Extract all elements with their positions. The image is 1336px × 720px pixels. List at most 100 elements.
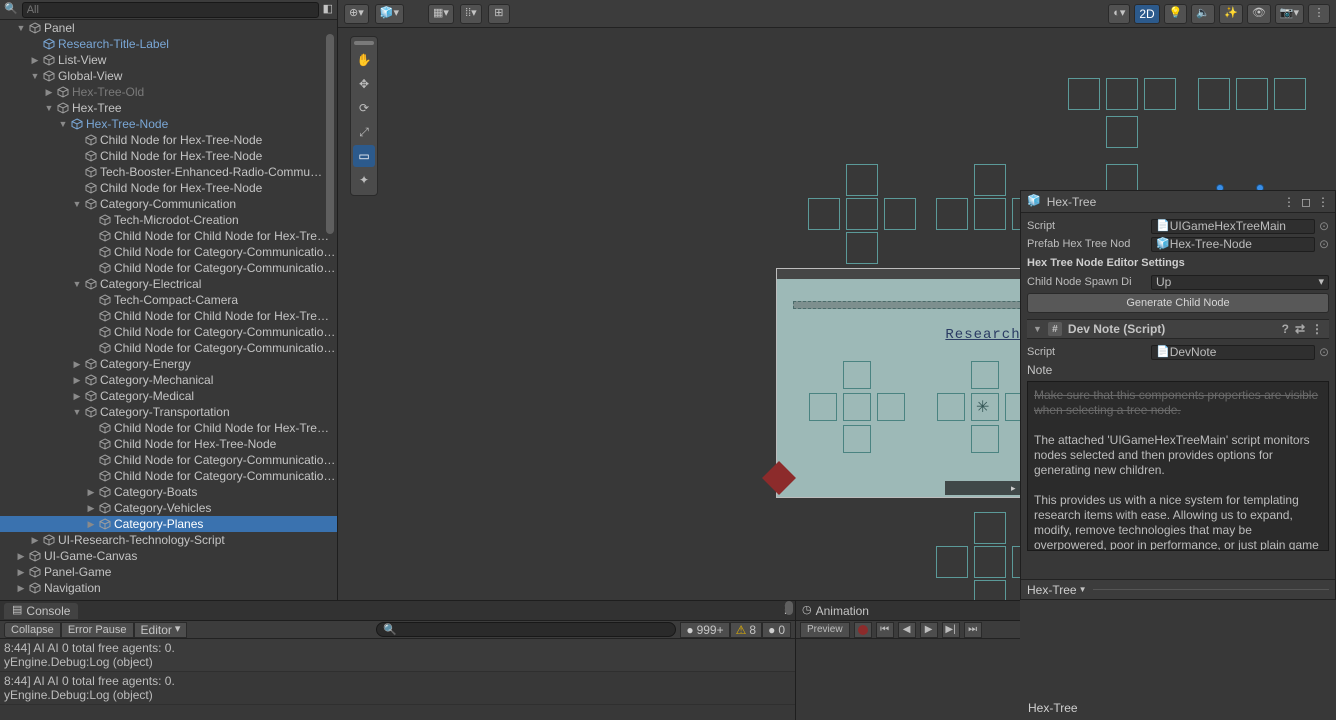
- object-picker-icon[interactable]: ⊙: [1319, 345, 1329, 359]
- hierarchy-row[interactable]: Child Node for Child Node for Hex-Tre…: [0, 308, 337, 324]
- expand-arrow-icon[interactable]: [70, 359, 84, 370]
- expand-arrow-icon[interactable]: [42, 103, 56, 113]
- inspector-close-icon[interactable]: ⋮: [1317, 195, 1329, 209]
- console-search-input[interactable]: [376, 622, 676, 637]
- hand-tool[interactable]: ✋: [353, 49, 375, 71]
- foldout-arrow-icon[interactable]: ▼: [1033, 324, 1042, 334]
- inspector-maximize-icon[interactable]: ◻: [1301, 195, 1311, 209]
- hierarchy-row[interactable]: Category-Planes: [0, 516, 337, 532]
- next-frame-button[interactable]: ▶|: [942, 622, 960, 638]
- hierarchy-row[interactable]: Child Node for Child Node for Hex-Tre…: [0, 228, 337, 244]
- hierarchy-row[interactable]: Category-Vehicles: [0, 500, 337, 516]
- script-field[interactable]: 📄 UIGameHexTreeMain: [1151, 219, 1315, 234]
- console-scrollbar[interactable]: [785, 601, 793, 677]
- hierarchy-row[interactable]: Child Node for Category-Communicatio…: [0, 340, 337, 356]
- hierarchy-row[interactable]: Child Node for Category-Communicatio…: [0, 324, 337, 340]
- 2d-toggle[interactable]: 2D: [1134, 4, 1159, 24]
- console-tab[interactable]: ▤ Console: [4, 603, 78, 619]
- hex-node[interactable]: [974, 512, 1006, 544]
- hierarchy-row[interactable]: List-View: [0, 52, 337, 68]
- hierarchy-row[interactable]: Tech-Booster-Enhanced-Radio-Commu…: [0, 164, 337, 180]
- spawn-dropdown[interactable]: Up ▾: [1151, 275, 1329, 290]
- hex-node[interactable]: [936, 546, 968, 578]
- inspector-menu-dots-icon[interactable]: ⋮: [1283, 195, 1295, 209]
- hex-node[interactable]: [974, 198, 1006, 230]
- preset-icon[interactable]: ⇄: [1295, 322, 1305, 336]
- hex-node[interactable]: [1198, 78, 1230, 110]
- hierarchy-list[interactable]: PanelResearch-Title-Label›List-ViewGloba…: [0, 20, 337, 600]
- hex-node[interactable]: [884, 198, 916, 230]
- expand-arrow-icon[interactable]: [14, 551, 28, 562]
- expand-arrow-icon[interactable]: [14, 567, 28, 578]
- prefab-field[interactable]: 🧊 Hex-Tree-Node: [1151, 237, 1315, 252]
- pivot-toggle[interactable]: ⊕▾: [344, 4, 369, 24]
- expand-arrow-icon[interactable]: [84, 487, 98, 498]
- expand-arrow-icon[interactable]: [28, 55, 42, 66]
- gizmos-toggle[interactable]: ⋮: [1308, 4, 1330, 24]
- hierarchy-row[interactable]: Child Node for Hex-Tree-Node: [0, 148, 337, 164]
- object-picker-icon[interactable]: ⊙: [1319, 219, 1329, 233]
- draw-mode-toggle[interactable]: ◐▾: [1108, 4, 1130, 24]
- editor-dropdown[interactable]: Editor ▾: [134, 622, 188, 638]
- transform-tool[interactable]: ✦: [353, 169, 375, 191]
- hierarchy-row[interactable]: Category-Boats: [0, 484, 337, 500]
- hierarchy-row[interactable]: Category-Communication: [0, 196, 337, 212]
- hierarchy-row[interactable]: Panel-Game: [0, 564, 337, 580]
- hex-node[interactable]: [974, 546, 1006, 578]
- hex-node[interactable]: [1068, 78, 1100, 110]
- hierarchy-row[interactable]: Child Node for Child Node for Hex-Tre…: [0, 420, 337, 436]
- expand-arrow-icon[interactable]: [28, 535, 42, 546]
- hierarchy-row[interactable]: Global-View: [0, 68, 337, 84]
- search-type-icon[interactable]: ◧: [323, 4, 333, 15]
- component-menu-icon[interactable]: ⋮: [1311, 322, 1323, 336]
- note-textarea[interactable]: Make sure that this components propertie…: [1027, 381, 1329, 551]
- hierarchy-row[interactable]: Child Node for Hex-Tree-Node: [0, 132, 337, 148]
- hierarchy-row[interactable]: Child Node for Hex-Tree-Node: [0, 180, 337, 196]
- help-icon[interactable]: ?: [1282, 322, 1289, 336]
- grid-toggle[interactable]: ▦▾: [428, 4, 454, 24]
- play-button[interactable]: ▶: [920, 622, 938, 638]
- preview-button[interactable]: Preview: [800, 622, 850, 638]
- collapse-button[interactable]: Collapse: [4, 622, 61, 638]
- hierarchy-row[interactable]: UI-Game-Canvas: [0, 548, 337, 564]
- camera-toggle[interactable]: 📷▾: [1275, 4, 1304, 24]
- expand-arrow-icon[interactable]: [70, 375, 84, 386]
- last-frame-button[interactable]: ⏭: [964, 622, 982, 638]
- expand-arrow-icon[interactable]: [14, 23, 28, 33]
- hex-node[interactable]: [1106, 78, 1138, 110]
- first-frame-button[interactable]: ⏮: [876, 622, 894, 638]
- info-count[interactable]: 999+: [680, 622, 729, 638]
- fx-toggle[interactable]: ✨: [1219, 4, 1243, 24]
- hierarchy-row[interactable]: Navigation: [0, 580, 337, 596]
- expand-arrow-icon[interactable]: [28, 71, 42, 81]
- expand-arrow-icon[interactable]: [70, 407, 84, 417]
- hierarchy-row[interactable]: Child Node for Category-Communicatio…: [0, 244, 337, 260]
- footer-crumb[interactable]: Hex-Tree: [1027, 583, 1077, 597]
- hex-node[interactable]: [1236, 78, 1268, 110]
- hierarchy-row[interactable]: Child Node for Category-Communicatio…: [0, 468, 337, 484]
- console-log-list[interactable]: 8:44] AI AI 0 total free agents: 0.yEngi…: [0, 639, 795, 705]
- hierarchy-row[interactable]: Category-Energy: [0, 356, 337, 372]
- snap-toggle[interactable]: ⁞⁞▾: [460, 4, 482, 24]
- expand-arrow-icon[interactable]: [84, 503, 98, 514]
- scrollbar-thumb[interactable]: [785, 601, 793, 615]
- hierarchy-row[interactable]: Tech-Microdot-Creation: [0, 212, 337, 228]
- rotate-tool[interactable]: ⟳: [353, 97, 375, 119]
- expand-arrow-icon[interactable]: [14, 583, 28, 594]
- generate-child-button[interactable]: Generate Child Node: [1027, 293, 1329, 313]
- hex-node[interactable]: [936, 198, 968, 230]
- hierarchy-row[interactable]: UI-Research-Technology-Script: [0, 532, 337, 548]
- hierarchy-row[interactable]: Tech-Compact-Camera: [0, 292, 337, 308]
- hex-node[interactable]: [808, 198, 840, 230]
- asset-bar-crumb[interactable]: Hex-Tree: [1022, 700, 1334, 716]
- scale-tool[interactable]: ⤢: [353, 121, 375, 143]
- tool-column-grip[interactable]: [354, 41, 374, 45]
- scrollbar-thumb[interactable]: [326, 34, 334, 234]
- rect-tool[interactable]: ▭: [353, 145, 375, 167]
- hierarchy-row[interactable]: Category-Electrical: [0, 276, 337, 292]
- audio-toggle[interactable]: 🔈: [1191, 4, 1215, 24]
- devnote-header[interactable]: ▼ # Dev Note (Script) ? ⇄ ⋮: [1027, 319, 1329, 339]
- hierarchy-row[interactable]: Panel: [0, 20, 337, 36]
- hex-node[interactable]: [846, 232, 878, 264]
- expand-arrow-icon[interactable]: [70, 279, 84, 289]
